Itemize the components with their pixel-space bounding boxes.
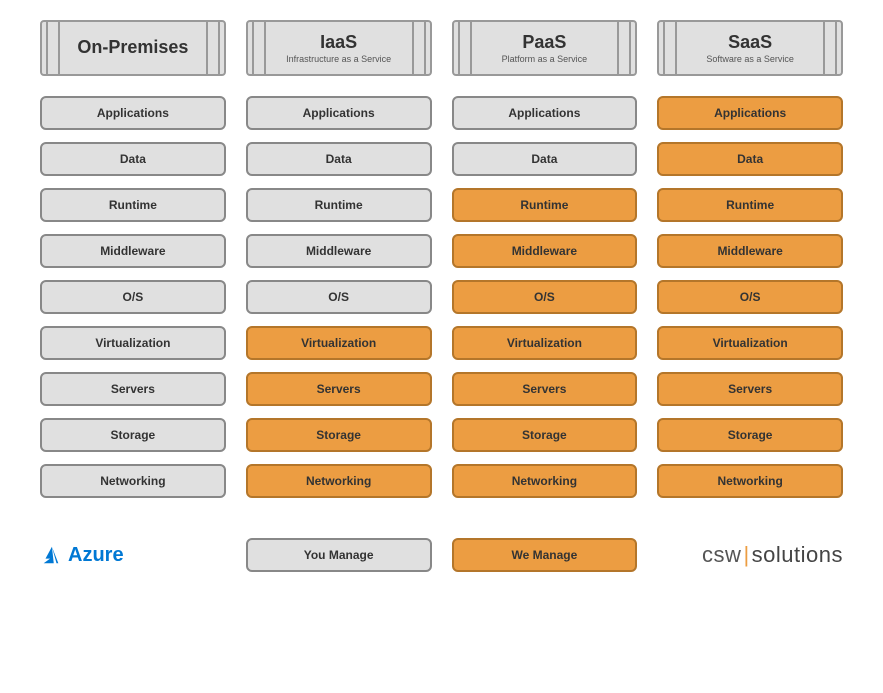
layer-cell: Middleware [657,234,843,268]
azure-icon [40,544,62,566]
column-header-saas: SaaS Software as a Service [657,20,843,76]
layer-cell: Applications [657,96,843,130]
layer-cell: Runtime [40,188,226,222]
layer-cell: Storage [246,418,432,452]
column-header-iaas: IaaS Infrastructure as a Service [246,20,432,76]
layer-cell: Virtualization [452,326,638,360]
layer-cell: Storage [657,418,843,452]
azure-label: Azure [68,544,124,567]
legend-label: You Manage [304,548,374,562]
layer-cell: Applications [40,96,226,130]
csw-logo-right: solutions [752,542,843,567]
layer-cell: Storage [452,418,638,452]
column-header-onprem: On-Premises [40,20,226,76]
layer-cell: Middleware [246,234,432,268]
layer-cell: Networking [452,464,638,498]
column-title: On-Premises [77,37,188,58]
column-title: IaaS [320,32,357,53]
csw-logo-divider: | [741,542,751,567]
layer-cell: Networking [246,464,432,498]
layer-cell: Applications [452,96,638,130]
layer-cell: Servers [657,372,843,406]
layer-cell: Storage [40,418,226,452]
column-title: SaaS [728,32,772,53]
layer-cell: Middleware [452,234,638,268]
layer-cell: O/S [246,280,432,314]
layer-cell: Virtualization [657,326,843,360]
column-subtitle: Infrastructure as a Service [286,54,391,64]
csw-logo-left: csw [702,542,741,567]
csw-solutions-logo: csw|solutions [657,542,843,568]
layer-cell: O/S [40,280,226,314]
layer-cell: Runtime [246,188,432,222]
layer-grid: Applications Applications Applications Appl… [40,96,843,498]
layer-cell: Data [246,142,432,176]
layer-cell: O/S [452,280,638,314]
legend-row: Azure You Manage We Manage csw|solutions [40,538,843,572]
layer-cell: Virtualization [246,326,432,360]
legend-we-manage: We Manage [452,538,638,572]
column-subtitle: Platform as a Service [502,54,588,64]
layer-cell: Networking [40,464,226,498]
legend-you-manage: You Manage [246,538,432,572]
column-title: PaaS [522,32,566,53]
column-subtitle: Software as a Service [706,54,794,64]
layer-cell: Servers [246,372,432,406]
layer-cell: Servers [452,372,638,406]
layer-cell: Servers [40,372,226,406]
layer-cell: Virtualization [40,326,226,360]
column-header-paas: PaaS Platform as a Service [452,20,638,76]
layer-cell: Middleware [40,234,226,268]
layer-cell: O/S [657,280,843,314]
header-row: On-Premises IaaS Infrastructure as a Ser… [40,20,843,76]
layer-cell: Runtime [452,188,638,222]
legend-label: We Manage [511,548,577,562]
layer-cell: Data [40,142,226,176]
layer-cell: Data [657,142,843,176]
layer-cell: Data [452,142,638,176]
layer-cell: Networking [657,464,843,498]
layer-cell: Applications [246,96,432,130]
azure-logo: Azure [40,544,226,567]
layer-cell: Runtime [657,188,843,222]
